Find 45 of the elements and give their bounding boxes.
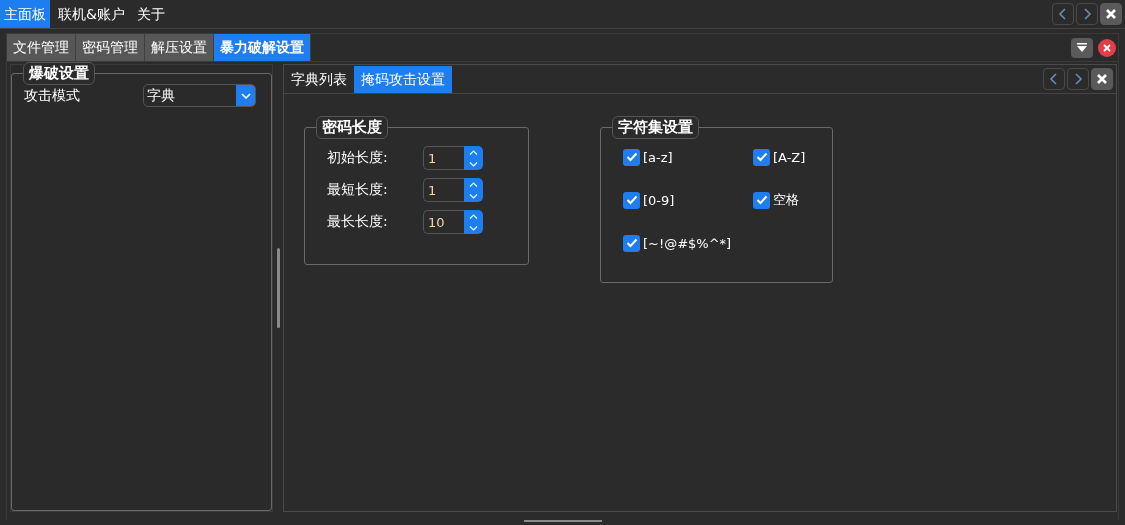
chevron-right-icon (1082, 8, 1092, 20)
checkbox[interactable] (623, 191, 640, 209)
close-button[interactable] (1100, 3, 1122, 25)
field-label: 最短长度: (327, 181, 389, 199)
field-label: 最长长度: (327, 213, 389, 231)
checkbox[interactable] (753, 148, 770, 166)
close-icon (1096, 73, 1108, 85)
tab[interactable]: 密码管理 (76, 34, 145, 61)
resize-handle[interactable] (523, 520, 602, 522)
checkbox[interactable] (623, 234, 640, 252)
splitter-handle[interactable] (276, 248, 280, 328)
menu-item[interactable]: 关于 (132, 0, 169, 28)
tab[interactable]: 文件管理 (7, 34, 76, 61)
stepper-arrows-icon[interactable] (464, 146, 483, 170)
checkbox-label[interactable]: [a-z] (643, 149, 673, 165)
chevron-left-icon (1049, 73, 1059, 85)
chevron-right-icon (1073, 73, 1083, 85)
stepper-arrows-icon[interactable] (464, 210, 483, 234)
chevron-down-icon[interactable] (236, 85, 255, 106)
checkbox-label[interactable]: [A-Z] (773, 149, 806, 165)
close-icon (1105, 8, 1117, 20)
checkbox-label[interactable]: 空格 (773, 191, 799, 209)
chevron-left-icon (1058, 8, 1068, 20)
menu-item[interactable]: 主面板 (0, 0, 50, 28)
field-label: 攻击模式 (24, 86, 81, 105)
dropdown-icon[interactable] (1071, 37, 1093, 58)
checkbox[interactable] (623, 148, 640, 166)
close-icon[interactable] (1098, 38, 1116, 57)
checkbox[interactable] (753, 191, 770, 209)
tab[interactable]: 掩码攻击设置 (354, 65, 452, 93)
tab[interactable]: 暴力破解设置 (214, 34, 311, 61)
field-label: 初始长度: (327, 149, 389, 167)
stepper-arrows-icon[interactable] (464, 178, 483, 202)
group-title: 字符集设置 (612, 116, 699, 139)
checkbox-label[interactable]: [~!@#$%^*] (643, 235, 732, 251)
previous-button[interactable] (1043, 68, 1065, 90)
tab[interactable]: 字典列表 (284, 65, 354, 93)
attack-mode-dropdown[interactable]: 字典 (143, 84, 256, 107)
group-title: 爆破设置 (23, 62, 95, 85)
tab[interactable]: 解压设置 (145, 34, 214, 61)
previous-button[interactable] (1052, 3, 1074, 25)
checkbox-label[interactable]: [0-9] (643, 192, 675, 208)
group-title: 密码长度 (316, 116, 388, 139)
menu-item[interactable]: 联机&账户 (54, 0, 129, 28)
close-button[interactable] (1091, 68, 1113, 90)
